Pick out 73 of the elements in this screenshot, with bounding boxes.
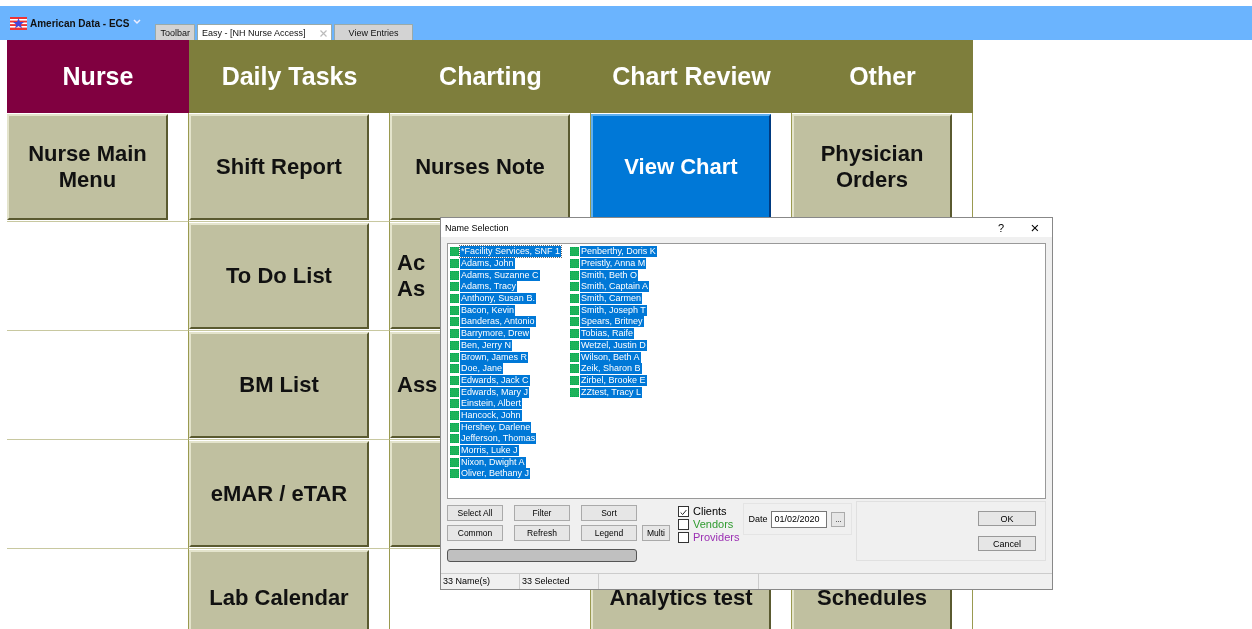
list-item[interactable]: Wetzel, Justin D <box>580 339 647 351</box>
list-item[interactable]: Adams, Suzanne C <box>460 269 540 281</box>
checkbox-label: Providers <box>693 531 740 543</box>
list-item[interactable]: Bacon, Kevin <box>460 304 516 316</box>
category-tab[interactable]: Chart Review <box>591 40 792 113</box>
ok-button[interactable]: OK <box>978 511 1036 526</box>
menu-tile[interactable]: eMAR / eTAR <box>189 441 369 547</box>
status-text: 33 Name(s) <box>441 574 520 589</box>
tile-label: Ac As <box>397 249 426 301</box>
list-item[interactable]: Einstein, Albert <box>460 398 523 410</box>
list-item[interactable]: Oliver, Bethany J <box>460 468 531 480</box>
list-item[interactable]: Adams, John <box>460 258 515 270</box>
menu-tile[interactable]: Nurse Main Menu <box>7 114 168 220</box>
list-item[interactable]: Brown, James R <box>460 351 529 363</box>
tab[interactable]: Easy - [NH Nurse Access] <box>197 24 332 40</box>
list-item[interactable]: Tobias, Raife <box>580 328 635 340</box>
menu-tile[interactable]: BM List <box>189 332 369 438</box>
list-item[interactable]: Barrymore, Drew <box>460 328 530 340</box>
tab[interactable]: Toolbar <box>155 24 195 40</box>
list-item[interactable]: Smith, Beth O <box>580 269 639 281</box>
list-item[interactable]: Spears, Britney <box>580 316 644 328</box>
checkbox-label: Clients <box>693 505 727 517</box>
list-item[interactable]: Hershey, Darlene <box>460 421 532 433</box>
menu-tile[interactable]: Physician Orders <box>792 114 952 220</box>
app-title: American Data - ECS <box>30 18 130 29</box>
dialog-button[interactable]: Sort <box>581 505 637 521</box>
list-item[interactable]: Edwards, Jack C <box>460 374 530 386</box>
dialog-button[interactable]: Multi <box>642 525 670 541</box>
list-item[interactable]: Morris, Luke J <box>460 445 519 457</box>
close-button[interactable]: × <box>1018 219 1052 236</box>
list-item[interactable]: Zirbel, Brooke E <box>580 374 647 386</box>
menu-tile[interactable]: Lab Calendar <box>189 550 369 629</box>
date-picker-button[interactable]: ... <box>831 511 846 527</box>
menu-tile[interactable]: View Chart <box>591 114 771 220</box>
menu-tile[interactable]: Shift Report <box>189 114 369 220</box>
dialog-button[interactable]: Filter <box>514 505 570 521</box>
menu-tile[interactable]: Nurses Note <box>390 114 570 220</box>
list-item[interactable]: Zeik, Sharon B <box>580 363 642 375</box>
dialog-button[interactable]: Refresh <box>514 525 570 541</box>
list-item[interactable]: *Facility Services, SNF 1 <box>460 246 562 258</box>
cancel-button[interactable]: Cancel <box>978 536 1036 551</box>
list-item[interactable]: Smith, Joseph T <box>580 304 647 316</box>
dialog-button[interactable]: Select All <box>447 505 503 521</box>
dialog-button[interactable]: Legend <box>581 525 637 541</box>
list-item[interactable]: Banderas, Antonio <box>460 316 536 328</box>
list-item[interactable]: Ben, Jerry N <box>460 339 512 351</box>
list-item[interactable]: Adams, Tracy <box>460 281 517 293</box>
category-tab[interactable]: Nurse <box>7 40 189 113</box>
list-item[interactable]: Nixon, Dwight A <box>460 456 526 468</box>
list-item[interactable]: Wilson, Beth A <box>580 351 641 363</box>
list-item[interactable]: Hancock, John <box>460 409 522 421</box>
tab[interactable]: View Entries <box>333 24 414 40</box>
list-item[interactable]: Penberthy, Doris K <box>580 246 657 258</box>
tile-label: Ass <box>397 371 438 397</box>
list-item[interactable]: Anthony, Susan B. <box>460 293 536 305</box>
help-button[interactable]: ? <box>984 221 1018 234</box>
category-tab[interactable]: Daily Tasks <box>189 40 390 113</box>
list-item[interactable]: Doe, Jane <box>460 363 504 375</box>
dialog-button[interactable]: Common <box>447 525 503 541</box>
status-text: 33 Selected <box>520 574 599 589</box>
dialog-title: Name Selection <box>445 222 510 233</box>
list-item[interactable]: Smith, Captain A <box>580 281 650 293</box>
list-item[interactable]: Jefferson, Thomas <box>460 433 537 445</box>
list-item[interactable]: Preistly, Anna M <box>580 258 647 270</box>
date-field[interactable]: 01/02/2020 <box>771 510 828 528</box>
checkbox-label: Vendors <box>693 518 734 530</box>
list-item[interactable]: Edwards, Mary J <box>460 386 530 398</box>
list-item[interactable]: Smith, Carmen <box>580 293 643 305</box>
category-tab[interactable]: Other <box>792 40 973 113</box>
menu-tile[interactable]: To Do List <box>189 223 369 329</box>
list-item[interactable]: ZZtest, Tracy L <box>580 386 642 398</box>
date-label: Date <box>748 514 768 524</box>
category-tab[interactable]: Charting <box>390 40 591 113</box>
